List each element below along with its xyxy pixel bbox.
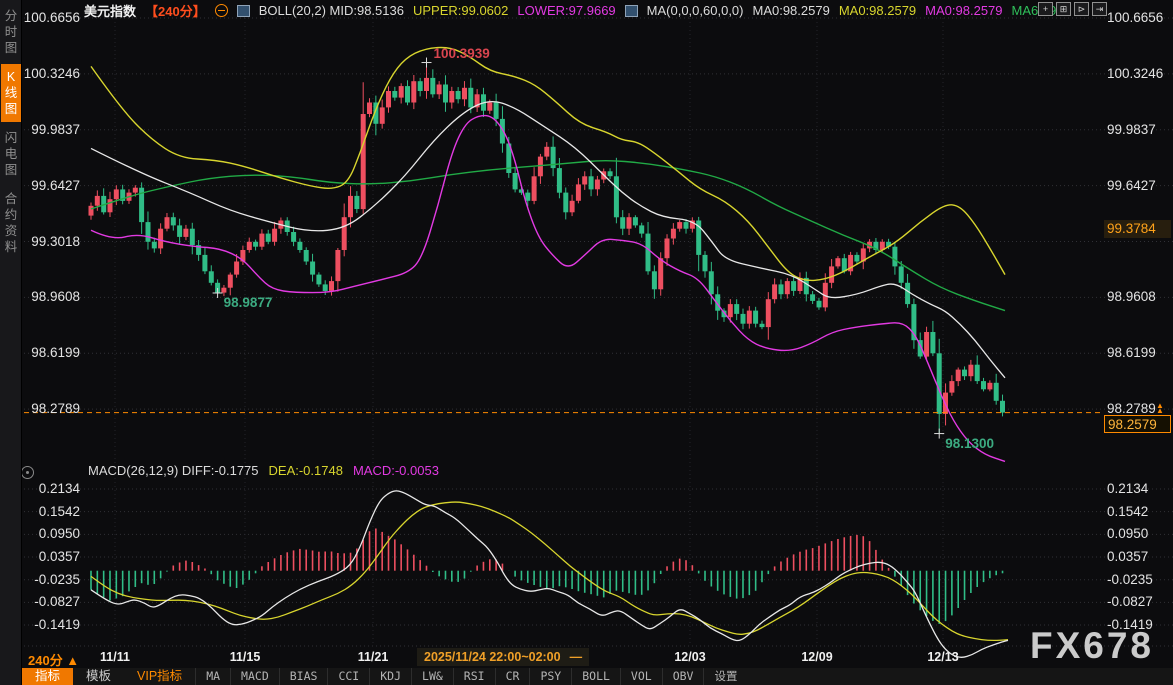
legend-text: 美元指数 <box>84 1 136 20</box>
toolbar-indicator-BIAS[interactable]: BIAS <box>279 668 328 685</box>
x-axis-date: 12/03 <box>660 650 720 664</box>
zoom-out-icon[interactable] <box>215 4 228 17</box>
main-price-tick: 99.9837 <box>1107 122 1156 138</box>
low-price-annotation-2: 98.1300 <box>945 436 994 451</box>
toolbar-indicator-CCI[interactable]: CCI <box>327 668 369 685</box>
sidebar-tab-闪电图[interactable]: 闪电图 <box>1 125 21 183</box>
window-controls: +⊞⊳⇥ <box>1038 2 1107 16</box>
prev-close-price-label: 99.3784 <box>1104 220 1171 238</box>
sidebar-tab-K线图[interactable]: K线图 <box>1 64 21 122</box>
macd-value-tick: 0.0357 <box>1107 549 1148 565</box>
main-price-tick: 98.6199 <box>31 345 80 361</box>
macd-value-tick: 0.0950 <box>1107 526 1148 542</box>
macd-value-tick: -0.0235 <box>34 572 80 588</box>
legend-text: UPPER:99.0602 <box>413 3 508 18</box>
toolbar-tab-VIP指标[interactable]: VIP指标 <box>124 668 195 685</box>
highlighted-date-text: 2025/11/24 22:00~02:00 <box>424 650 561 664</box>
macd-legend-text: DEA:-0.1748 <box>269 463 343 478</box>
main-price-tick: 98.6199 <box>1107 345 1156 361</box>
sidebar-tab-合约资料[interactable]: 合约资料 <box>1 186 21 260</box>
main-price-tick: 99.3018 <box>31 234 80 250</box>
main-price-tick: 99.9837 <box>31 122 80 138</box>
toolbar-indicator-KDJ[interactable]: KDJ <box>369 668 411 685</box>
toolbar-tab-指标[interactable]: 指标 <box>22 668 73 685</box>
sidebar: 分时图 K线图闪电图合约资料 <box>0 0 22 685</box>
macd-value-tick: -0.0827 <box>1107 594 1153 610</box>
toolbar-indicator-PSY[interactable]: PSY <box>529 668 571 685</box>
legend-text: 【240分】 <box>145 1 206 20</box>
main-price-tick: 98.9608 <box>31 289 80 305</box>
range-dash-icon: — <box>570 650 583 664</box>
x-axis-date: 11/21 <box>343 650 403 664</box>
toolbar-indicator-CR[interactable]: CR <box>495 668 530 685</box>
sidebar-tab-分时图[interactable]: 分时图 <box>1 3 21 61</box>
exit-frame-icon[interactable]: ⇥ <box>1092 2 1107 16</box>
highlighted-date-range: 2025/11/24 22:00~02:00 — <box>417 648 589 666</box>
macd-value-tick: -0.1419 <box>34 617 80 633</box>
watermark: FX678 <box>1030 625 1154 667</box>
macd-value-tick: 0.1542 <box>39 504 80 520</box>
macd-value-tick: 0.0357 <box>39 549 80 565</box>
toolbar-indicator-OBV[interactable]: OBV <box>662 668 704 685</box>
main-price-tick: 99.6427 <box>31 178 80 194</box>
main-price-tick: 100.3246 <box>24 66 80 82</box>
main-chart-legend: 美元指数【240分】 BOLL(20,2) MID:98.5136 UPPER:99… <box>84 2 1056 19</box>
main-price-tick: 100.6656 <box>24 10 80 26</box>
main-price-tick: 98.2789 <box>31 401 80 417</box>
main-price-tick: 100.6656 <box>1107 10 1163 26</box>
macd-value-tick: -0.0235 <box>1107 572 1153 588</box>
toolbar-indicator-RSI[interactable]: RSI <box>453 668 495 685</box>
macd-legend-text: MACD(26,12,9) DIFF:-0.1775 <box>88 463 259 478</box>
toolbar-indicator-BOLL[interactable]: BOLL <box>571 668 620 685</box>
current-price-label: 98.2579 <box>1104 415 1171 433</box>
macd-value-tick: 0.0950 <box>39 526 80 542</box>
ma-indicator-icon[interactable] <box>625 5 638 17</box>
x-axis-date: 12/09 <box>787 650 847 664</box>
main-price-tick: 98.9608 <box>1107 289 1156 305</box>
legend-text: LOWER:97.9669 <box>517 3 615 18</box>
main-price-tick: 99.6427 <box>1107 178 1156 194</box>
high-price-annotation: 100.3939 <box>433 46 489 61</box>
macd-legend: MACD(26,12,9) DIFF:-0.1775 DEA:-0.1748 MAC… <box>88 462 439 478</box>
bottom-toolbar: 指标模板VIP指标MAMACDBIASCCIKDJLW&RSICRPSYBOLL… <box>22 668 1173 685</box>
legend-text: MA0:98.2579 <box>925 3 1002 18</box>
chart-canvas[interactable] <box>0 0 1173 685</box>
x-axis-date: 11/15 <box>215 650 275 664</box>
legend-text: MA(0,0,0,60,0,0) <box>647 3 744 18</box>
period-selector[interactable]: 240分 ▲ <box>28 650 79 669</box>
legend-text: MA0:98.2579 <box>752 3 829 18</box>
toolbar-indicator-MA[interactable]: MA <box>195 668 230 685</box>
macd-value-tick: 0.2134 <box>39 481 80 497</box>
toolbar-settings[interactable]: 设置 <box>703 668 747 685</box>
legend-text: MA0:98.2579 <box>839 3 916 18</box>
snapshot-icon[interactable] <box>21 466 34 479</box>
trading-app: 分时图 K线图闪电图合约资料 美元指数【240分】 BOLL(20,2) MID:9… <box>0 0 1173 685</box>
legend-text: BOLL(20,2) MID:98.5136 <box>259 3 404 18</box>
toolbar-indicator-LW&[interactable]: LW& <box>411 668 453 685</box>
toolbar-tab-模板[interactable]: 模板 <box>73 668 124 685</box>
macd-legend-text: MACD:-0.0053 <box>353 463 439 478</box>
x-axis-date: 12/13 <box>913 650 973 664</box>
x-axis-date: 11/11 <box>85 650 145 664</box>
macd-value-tick: 0.2134 <box>1107 481 1148 497</box>
play-frame-icon[interactable]: ⊳ <box>1074 2 1089 16</box>
low-price-annotation-1: 98.9877 <box>224 295 273 310</box>
toolbar-indicator-MACD[interactable]: MACD <box>230 668 279 685</box>
main-price-tick: 100.3246 <box>1107 66 1163 82</box>
macd-value-tick: 0.1542 <box>1107 504 1148 520</box>
macd-value-tick: -0.0827 <box>34 594 80 610</box>
toolbar-indicator-VOL[interactable]: VOL <box>620 668 662 685</box>
fit-frame-icon[interactable]: ⊞ <box>1056 2 1071 16</box>
boll-indicator-icon[interactable] <box>237 5 250 17</box>
pan-icon[interactable]: + <box>1038 2 1053 16</box>
price-up-arrow-icon: ▲▲ <box>1156 403 1164 413</box>
